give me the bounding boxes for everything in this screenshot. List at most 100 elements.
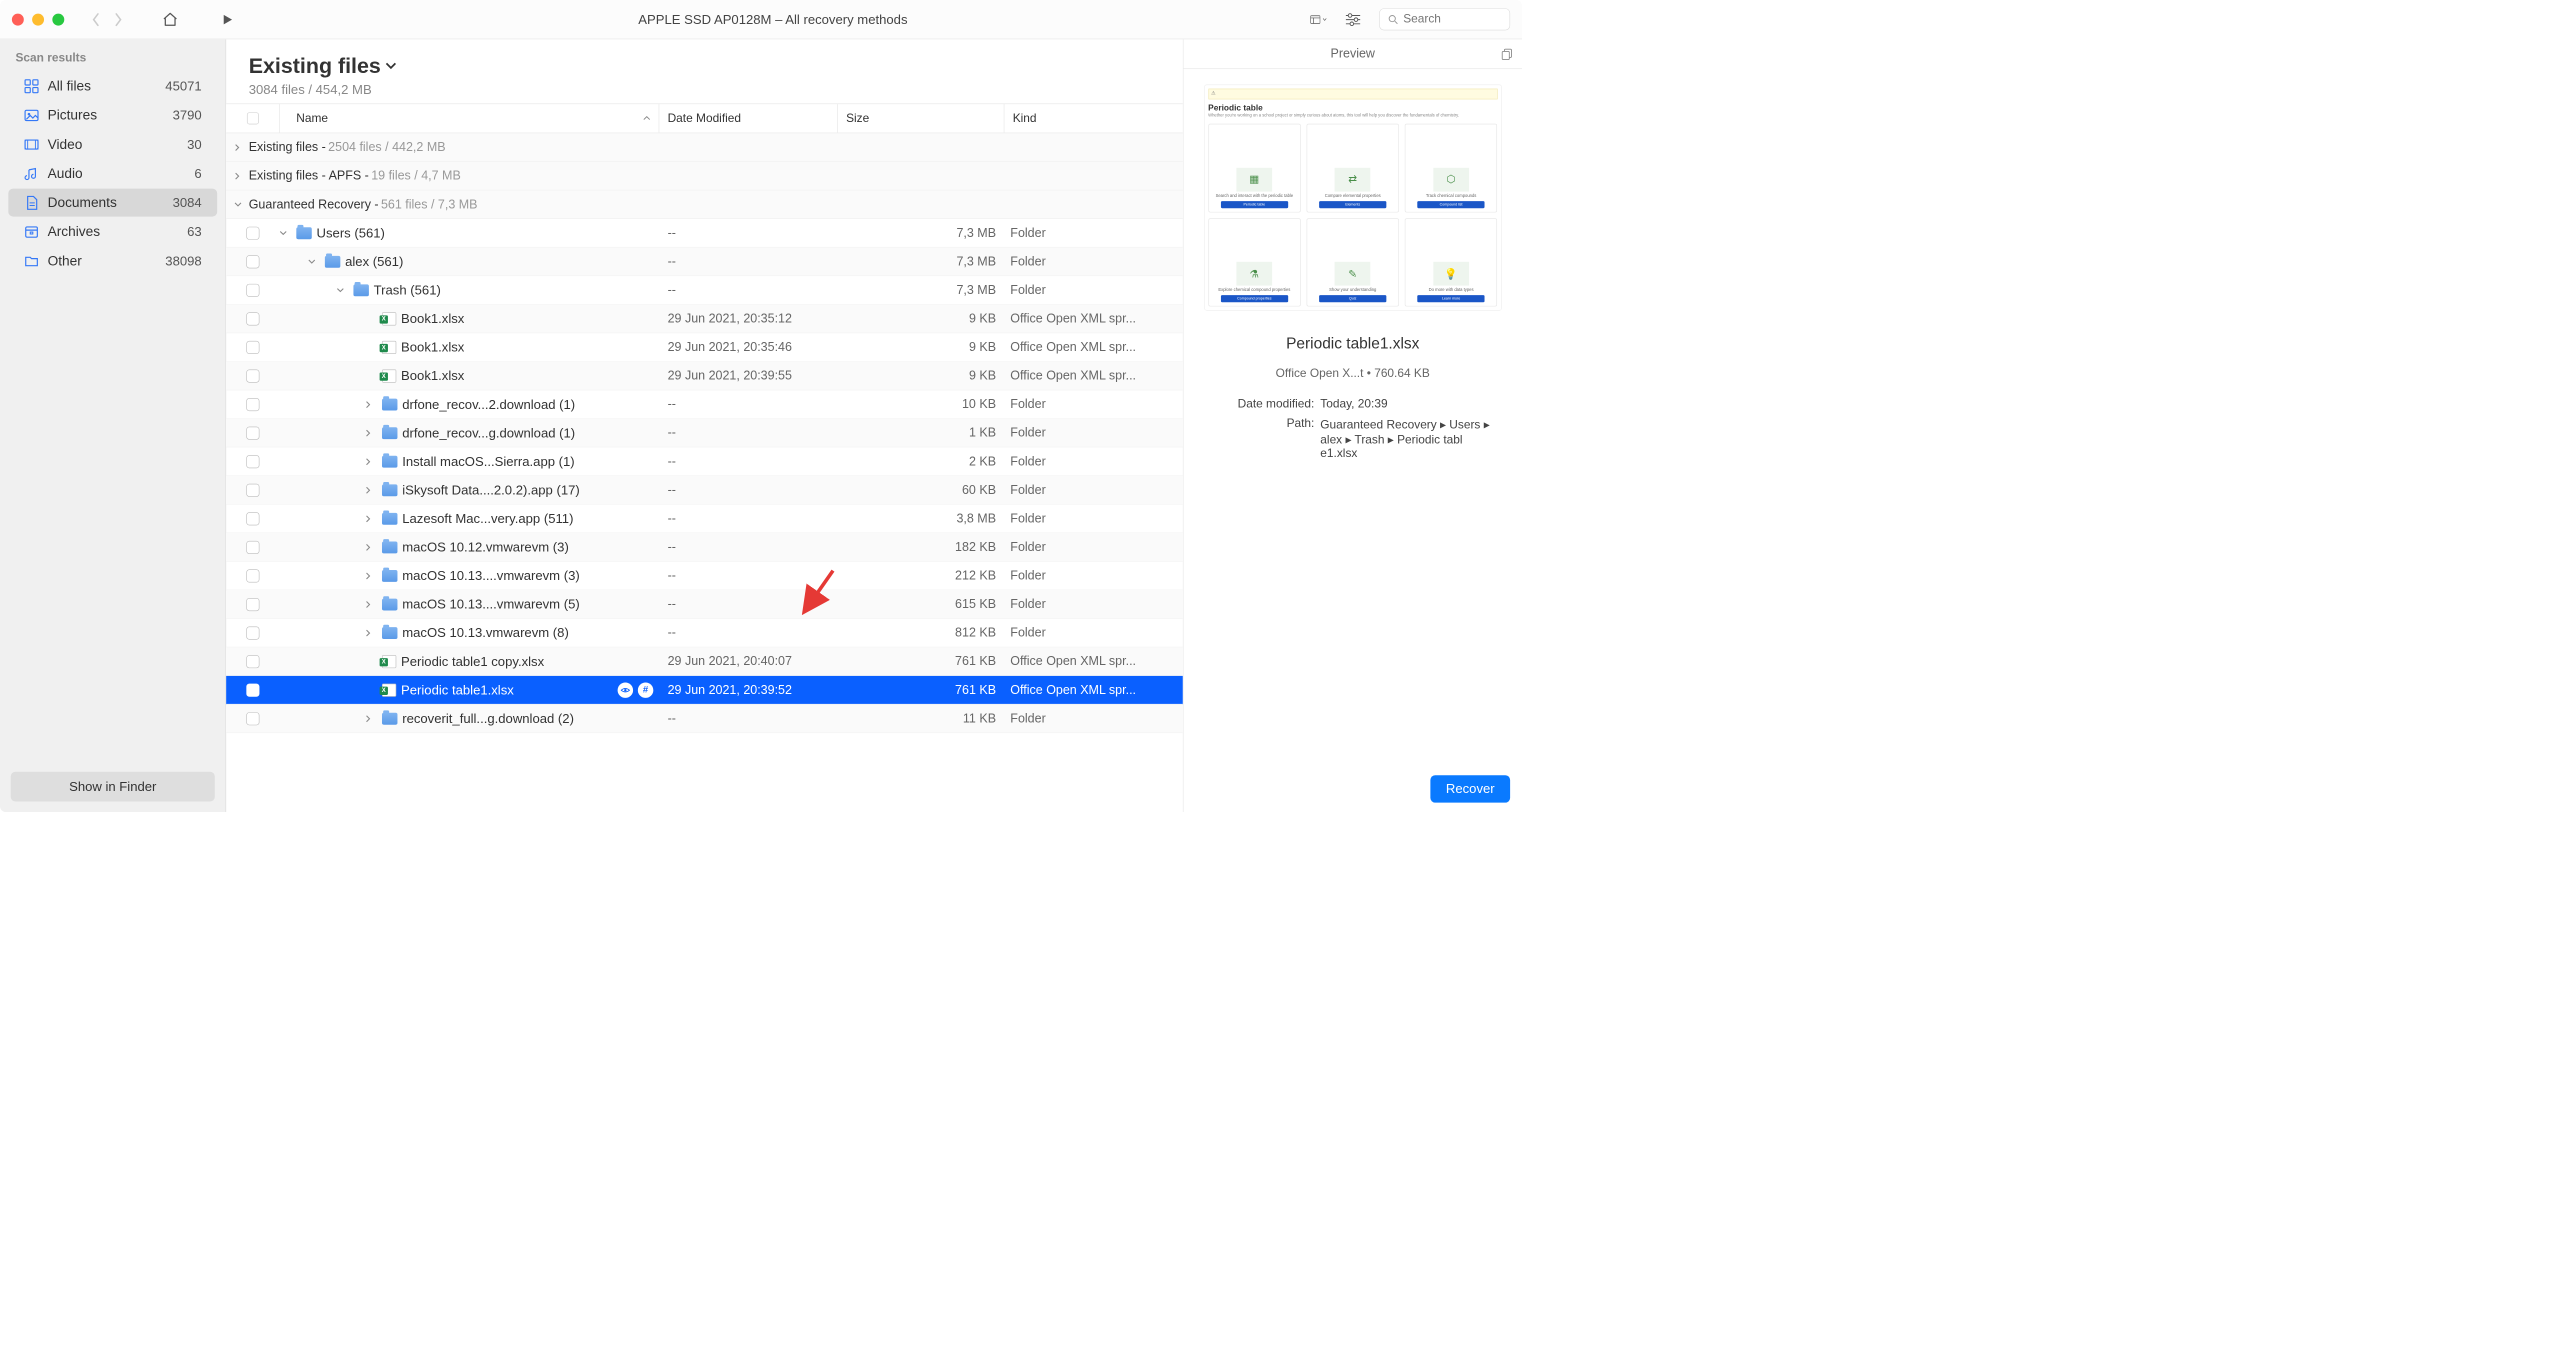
hex-badge-icon[interactable]: # [638, 682, 653, 697]
file-row[interactable]: drfone_recov...2.download (1) -- 10 KB F… [226, 390, 1183, 419]
recover-button[interactable]: Recover [1430, 775, 1510, 802]
file-kind: Folder [1004, 454, 1183, 468]
column-date[interactable]: Date Modified [659, 104, 838, 133]
disclosure-icon[interactable] [365, 401, 377, 408]
content-title[interactable]: Existing files [249, 54, 1161, 79]
file-row[interactable]: Book1.xlsx 29 Jun 2021, 20:35:46 9 KB Of… [226, 333, 1183, 362]
row-checkbox[interactable] [246, 569, 259, 582]
file-size: 11 KB [838, 711, 1005, 725]
row-checkbox[interactable] [246, 226, 259, 239]
file-kind: Office Open XML spr... [1004, 683, 1183, 697]
file-row[interactable]: Install macOS...Sierra.app (1) -- 2 KB F… [226, 447, 1183, 476]
section-row[interactable]: Existing files - 2504 files / 442,2 MB [226, 133, 1183, 162]
content-area: Existing files 3084 files / 454,2 MB Nam… [226, 39, 1183, 812]
row-checkbox[interactable] [246, 712, 259, 725]
disclosure-icon[interactable] [337, 287, 349, 293]
column-kind[interactable]: Kind [1004, 104, 1183, 133]
file-row[interactable]: Periodic table1 copy.xlsx 29 Jun 2021, 2… [226, 647, 1183, 676]
file-row[interactable]: macOS 10.13....vmwarevm (5) -- 615 KB Fo… [226, 590, 1183, 619]
file-size: 7,3 MB [838, 283, 1005, 297]
disclosure-icon[interactable] [365, 515, 377, 522]
row-checkbox[interactable] [246, 341, 259, 354]
back-button[interactable] [87, 10, 105, 28]
copy-icon[interactable] [1501, 47, 1514, 60]
column-checkbox[interactable] [226, 104, 280, 133]
sidebar-item-pictures[interactable]: Pictures 3790 [8, 101, 217, 129]
row-checkbox[interactable] [246, 512, 259, 525]
file-row[interactable]: drfone_recov...g.download (1) -- 1 KB Fo… [226, 419, 1183, 448]
show-in-finder-button[interactable]: Show in Finder [11, 772, 215, 802]
column-name[interactable]: Name [280, 104, 660, 133]
search-input[interactable] [1403, 12, 1501, 26]
file-row[interactable]: recoverit_full...g.download (2) -- 11 KB… [226, 704, 1183, 733]
home-icon[interactable] [162, 11, 179, 28]
forward-button[interactable] [109, 10, 127, 28]
preview-badge-icon[interactable] [618, 682, 633, 697]
file-name: macOS 10.13....vmwarevm (3) [402, 568, 579, 583]
disclosure-icon[interactable] [365, 544, 377, 551]
disclosure-icon[interactable] [365, 429, 377, 436]
disclosure-icon[interactable] [365, 629, 377, 636]
preview-path-label: Path: [1207, 417, 1314, 431]
close-window-button[interactable] [12, 13, 24, 25]
file-row[interactable]: Periodic table1.xlsx # 29 Jun 2021, 20:3… [226, 676, 1183, 705]
row-checkbox[interactable] [246, 312, 259, 325]
row-checkbox[interactable] [246, 369, 259, 382]
maximize-window-button[interactable] [52, 13, 64, 25]
disclosure-icon[interactable] [234, 172, 248, 179]
xlsx-icon [382, 369, 396, 382]
play-icon[interactable] [219, 11, 236, 28]
search-box[interactable] [1379, 8, 1510, 30]
file-size: 812 KB [838, 626, 1005, 640]
folder-icon [325, 256, 340, 268]
disclosure-icon[interactable] [308, 259, 320, 265]
section-row[interactable]: Guaranteed Recovery - 561 files / 7,3 MB [226, 190, 1183, 219]
file-row[interactable]: macOS 10.13.vmwarevm (8) -- 812 KB Folde… [226, 619, 1183, 648]
row-checkbox[interactable] [246, 426, 259, 439]
row-checkbox[interactable] [246, 483, 259, 496]
file-list[interactable]: Existing files - 2504 files / 442,2 MB E… [226, 133, 1183, 812]
disclosure-icon[interactable] [365, 715, 377, 722]
file-row[interactable]: alex (561) -- 7,3 MB Folder [226, 248, 1183, 277]
disclosure-icon[interactable] [234, 144, 248, 151]
file-date: -- [659, 454, 838, 468]
settings-icon[interactable] [1345, 11, 1362, 28]
row-checkbox[interactable] [246, 541, 259, 554]
disclosure-icon[interactable] [365, 458, 377, 465]
minimize-window-button[interactable] [32, 13, 44, 25]
row-checkbox[interactable] [246, 284, 259, 297]
sidebar-item-other[interactable]: Other 38098 [8, 247, 217, 275]
file-row[interactable]: iSkysoft Data....2.0.2).app (17) -- 60 K… [226, 476, 1183, 505]
sidebar-item-all-files[interactable]: All files 45071 [8, 72, 217, 100]
file-row[interactable]: Book1.xlsx 29 Jun 2021, 20:39:55 9 KB Of… [226, 362, 1183, 391]
disclosure-icon[interactable] [280, 230, 292, 236]
window-title: APPLE SSD AP0128M – All recovery methods [246, 12, 1299, 27]
row-checkbox[interactable] [246, 598, 259, 611]
row-checkbox[interactable] [246, 683, 259, 696]
disclosure-icon[interactable] [365, 601, 377, 608]
view-mode-icon[interactable] [1310, 11, 1327, 28]
disclosure-icon[interactable] [234, 201, 248, 207]
row-checkbox[interactable] [246, 626, 259, 639]
section-row[interactable]: Existing files - APFS - 19 files / 4,7 M… [226, 162, 1183, 191]
sidebar-item-audio[interactable]: Audio 6 [8, 159, 217, 187]
file-date: -- [659, 511, 838, 525]
file-row[interactable]: macOS 10.13....vmwarevm (3) -- 212 KB Fo… [226, 562, 1183, 591]
file-row[interactable]: Lazesoft Mac...very.app (511) -- 3,8 MB … [226, 505, 1183, 534]
sidebar-item-documents[interactable]: Documents 3084 [8, 189, 217, 217]
disclosure-icon[interactable] [365, 486, 377, 493]
file-date: -- [659, 254, 838, 268]
column-size[interactable]: Size [838, 104, 1005, 133]
file-row[interactable]: Users (561) -- 7,3 MB Folder [226, 219, 1183, 248]
preview-date-label: Date modified: [1207, 397, 1314, 411]
sidebar-item-video[interactable]: Video 30 [8, 130, 217, 158]
row-checkbox[interactable] [246, 655, 259, 668]
sidebar-item-archives[interactable]: Archives 63 [8, 218, 217, 246]
row-checkbox[interactable] [246, 255, 259, 268]
disclosure-icon[interactable] [365, 572, 377, 579]
row-checkbox[interactable] [246, 398, 259, 411]
file-row[interactable]: Book1.xlsx 29 Jun 2021, 20:35:12 9 KB Of… [226, 305, 1183, 334]
row-checkbox[interactable] [246, 455, 259, 468]
file-row[interactable]: macOS 10.12.vmwarevm (3) -- 182 KB Folde… [226, 533, 1183, 562]
file-row[interactable]: Trash (561) -- 7,3 MB Folder [226, 276, 1183, 305]
